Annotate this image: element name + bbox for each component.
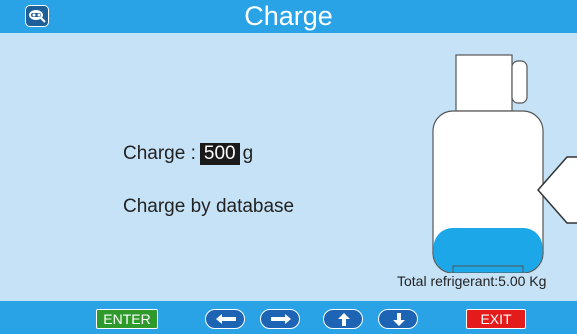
arrow-left-icon — [537, 156, 577, 224]
tank-base — [452, 265, 524, 273]
charge-row: Charge :500 g — [123, 143, 253, 165]
exit-button[interactable]: EXIT — [466, 309, 526, 329]
header-bar: Charge — [0, 0, 577, 33]
enter-button[interactable]: ENTER — [96, 309, 158, 329]
total-refrigerant-readout: Total refrigerant:5.00 Kg — [397, 273, 547, 289]
arrow-left-icon — [216, 314, 236, 324]
footer-bar: ENTER EXIT — [0, 301, 577, 334]
main-panel: Charge :500 g Charge by database Total re… — [0, 33, 577, 301]
arrow-right-icon — [271, 314, 291, 324]
page-title: Charge — [244, 1, 333, 31]
tank-valve-cap — [455, 54, 513, 112]
charge-label: Charge : — [123, 143, 196, 164]
charge-unit: g — [242, 143, 254, 164]
charge-by-database-option[interactable]: Charge by database — [123, 196, 294, 218]
arrow-up-icon — [338, 313, 350, 326]
refrigerant-tank — [432, 54, 577, 273]
left-arrow-button[interactable] — [205, 309, 245, 329]
charge-value-field[interactable]: 500 — [199, 143, 240, 165]
right-arrow-button[interactable] — [260, 309, 300, 329]
tank-valve-window — [511, 60, 528, 104]
down-arrow-button[interactable] — [378, 309, 418, 329]
arrow-down-icon — [393, 313, 405, 326]
up-arrow-button[interactable] — [323, 309, 363, 329]
